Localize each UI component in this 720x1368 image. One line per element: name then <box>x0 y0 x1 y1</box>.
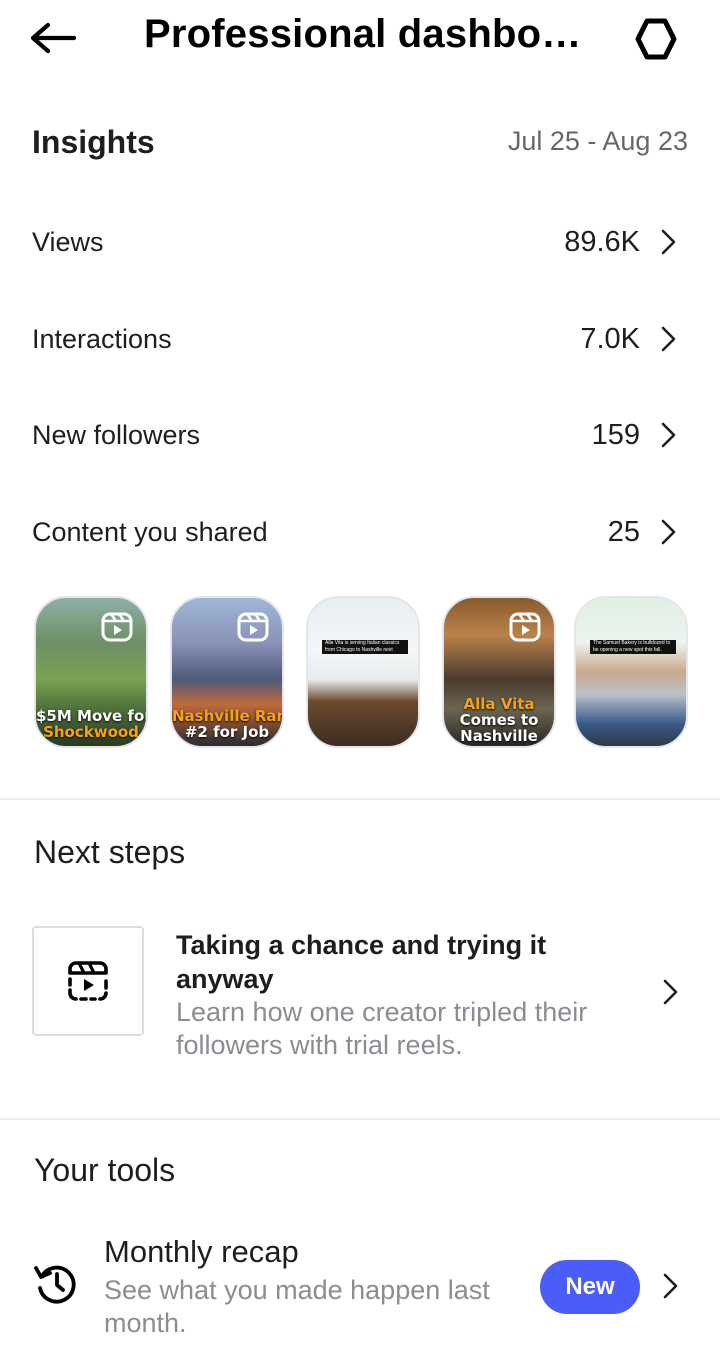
new-badge: New <box>540 1260 640 1314</box>
arrow-left-icon <box>30 22 76 54</box>
top-bar: Professional dashbo… <box>0 0 720 78</box>
metric-row-interactions[interactable]: Interactions 7.0K <box>0 299 720 379</box>
metric-label: New followers <box>32 419 201 450</box>
back-button[interactable] <box>28 14 84 62</box>
metric-label: Content you shared <box>32 516 268 547</box>
metric-value: 159 <box>591 418 640 451</box>
metric-row-new-followers[interactable]: New followers 159 <box>0 395 720 475</box>
shared-content-carousel[interactable]: $5M Move for Shockwood Nashville Rank #2… <box>34 596 720 748</box>
content-thumbnail[interactable]: $5M Move for Shockwood <box>34 596 148 748</box>
next-step-card[interactable]: Taking a chance and trying it anyway Lea… <box>0 910 720 1080</box>
your-tools-heading: Your tools <box>34 1152 176 1188</box>
tool-title: Monthly recap <box>104 1234 299 1269</box>
chevron-right-icon <box>660 420 680 450</box>
metric-row-views[interactable]: Views 89.6K <box>0 202 720 282</box>
history-clock-icon <box>34 1265 76 1304</box>
thumbnail-note: Alla Vita is serving Italian classics fr… <box>322 640 408 654</box>
metric-label: Views <box>32 226 104 257</box>
step-description: Learn how one creator tripled their foll… <box>176 997 588 1060</box>
content-thumbnail[interactable]: Alla Vita is serving Italian classics fr… <box>306 596 420 748</box>
thumbnail-note: The Samuel Bakery is bulldozed to be ope… <box>590 640 676 654</box>
tool-item-monthly-recap[interactable]: Monthly recap See what you made happen l… <box>0 1232 720 1352</box>
content-thumbnail[interactable]: Alla Vita Comes to Nashville <box>442 596 556 748</box>
metric-row-content-shared[interactable]: Content you shared 25 <box>0 492 720 572</box>
metric-value: 7.0K <box>580 322 640 355</box>
metric-value: 89.6K <box>564 225 640 258</box>
tool-description: See what you made happen last month. <box>104 1275 490 1338</box>
reels-icon <box>237 612 269 642</box>
thumbnail-caption: $5M Move for Shockwood <box>36 708 146 740</box>
date-range[interactable]: Jul 25 - Aug 23 <box>508 126 688 157</box>
thumbnail-caption: Nashville Rank #2 for Job <box>172 708 282 740</box>
step-icon-box <box>32 926 144 1036</box>
gear-icon <box>635 18 677 60</box>
chevron-right-icon <box>660 517 680 547</box>
thumbnail-caption: Alla Vita Comes to Nashville <box>459 696 539 744</box>
reels-icon <box>101 612 133 642</box>
page-title: Professional dashbo… <box>144 12 582 56</box>
chevron-right-icon <box>660 324 680 354</box>
chevron-right-icon <box>662 1272 680 1305</box>
content-thumbnail[interactable]: Nashville Rank #2 for Job <box>170 596 284 748</box>
metric-label: Interactions <box>32 323 172 354</box>
content-thumbnail[interactable]: The Samuel Bakery is bulldozed to be ope… <box>574 596 688 748</box>
next-steps-heading: Next steps <box>34 834 186 870</box>
chevron-right-icon <box>660 227 680 257</box>
chevron-right-icon <box>662 978 680 1011</box>
metric-value: 25 <box>607 515 640 548</box>
section-divider <box>0 1118 720 1120</box>
reels-icon <box>509 612 541 642</box>
insights-heading: Insights <box>32 124 155 160</box>
trial-reels-icon <box>68 961 108 1001</box>
step-title: Taking a chance and trying it anyway <box>176 930 547 994</box>
section-divider <box>0 798 720 800</box>
settings-button[interactable] <box>628 14 684 64</box>
